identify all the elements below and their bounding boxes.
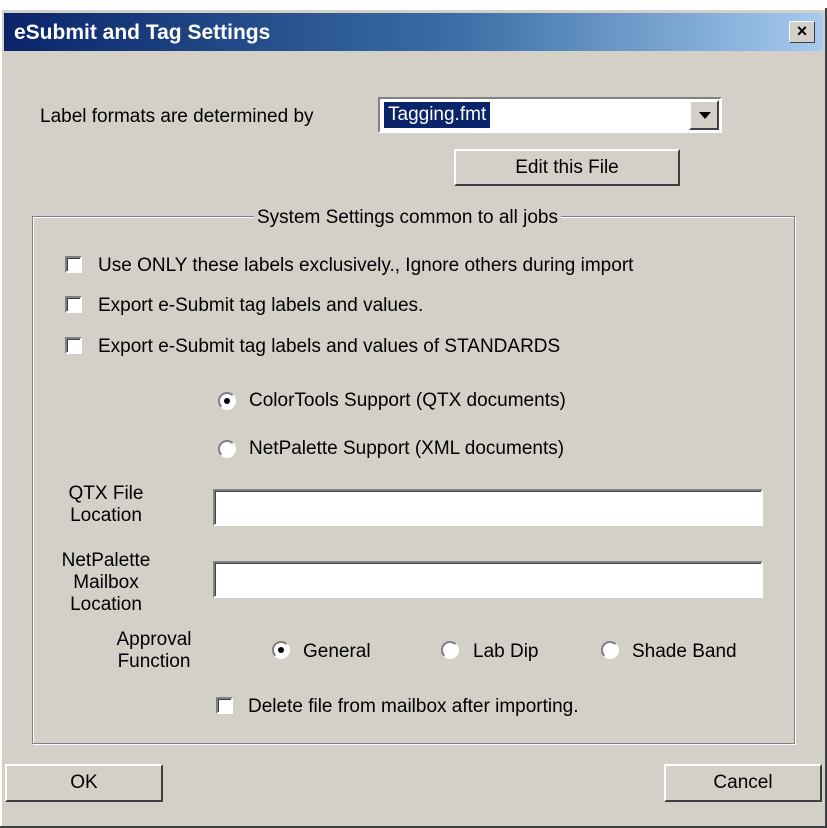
cancel-button[interactable]: Cancel bbox=[664, 764, 822, 802]
radio-shade-band[interactable] bbox=[601, 641, 619, 659]
radio-colortools[interactable] bbox=[218, 392, 236, 410]
ok-button[interactable]: OK bbox=[5, 764, 163, 802]
mailbox-location-input[interactable] bbox=[213, 561, 763, 598]
checkbox-delete-file[interactable] bbox=[216, 697, 233, 714]
radio-colortools-label: ColorTools Support (QTX documents) bbox=[249, 390, 566, 411]
checkbox-export-standards-label: Export e-Submit tag labels and values of… bbox=[98, 336, 561, 357]
format-selected-value: Tagging.fmt bbox=[382, 101, 492, 129]
radio-shade-band-label: Shade Band bbox=[632, 641, 737, 662]
radio-lab-dip-label: Lab Dip bbox=[473, 641, 539, 662]
approval-function-label: Approval Function bbox=[116, 629, 192, 672]
group-title: System Settings common to all jobs bbox=[254, 207, 561, 229]
title-bar[interactable]: eSubmit and Tag Settings × bbox=[4, 13, 823, 51]
radio-lab-dip[interactable] bbox=[441, 641, 459, 659]
checkbox-export-tags[interactable] bbox=[65, 296, 82, 313]
mailbox-location-label: NetPalette Mailbox Location bbox=[61, 550, 151, 615]
qtx-location-input[interactable] bbox=[213, 489, 763, 526]
checkbox-use-only[interactable] bbox=[65, 256, 82, 273]
checkbox-use-only-label: Use ONLY these labels exclusively., Igno… bbox=[98, 255, 634, 276]
edit-file-button[interactable]: Edit this File bbox=[454, 149, 680, 186]
chevron-down-icon[interactable] bbox=[689, 100, 719, 130]
radio-netpalette-label: NetPalette Support (XML documents) bbox=[249, 438, 565, 459]
qtx-location-label: QTX File Location bbox=[68, 483, 144, 526]
format-select[interactable]: Tagging.fmt bbox=[378, 97, 722, 133]
radio-general[interactable] bbox=[272, 641, 290, 659]
radio-netpalette[interactable] bbox=[218, 440, 236, 458]
dialog-title: eSubmit and Tag Settings bbox=[14, 21, 271, 44]
close-button[interactable]: × bbox=[789, 21, 815, 43]
format-label: Label formats are determined by bbox=[40, 106, 314, 127]
radio-general-label: General bbox=[303, 641, 371, 662]
checkbox-delete-file-label: Delete file from mailbox after importing… bbox=[248, 696, 579, 717]
checkbox-export-tags-label: Export e-Submit tag labels and values. bbox=[98, 295, 424, 316]
checkbox-export-standards[interactable] bbox=[65, 337, 82, 354]
